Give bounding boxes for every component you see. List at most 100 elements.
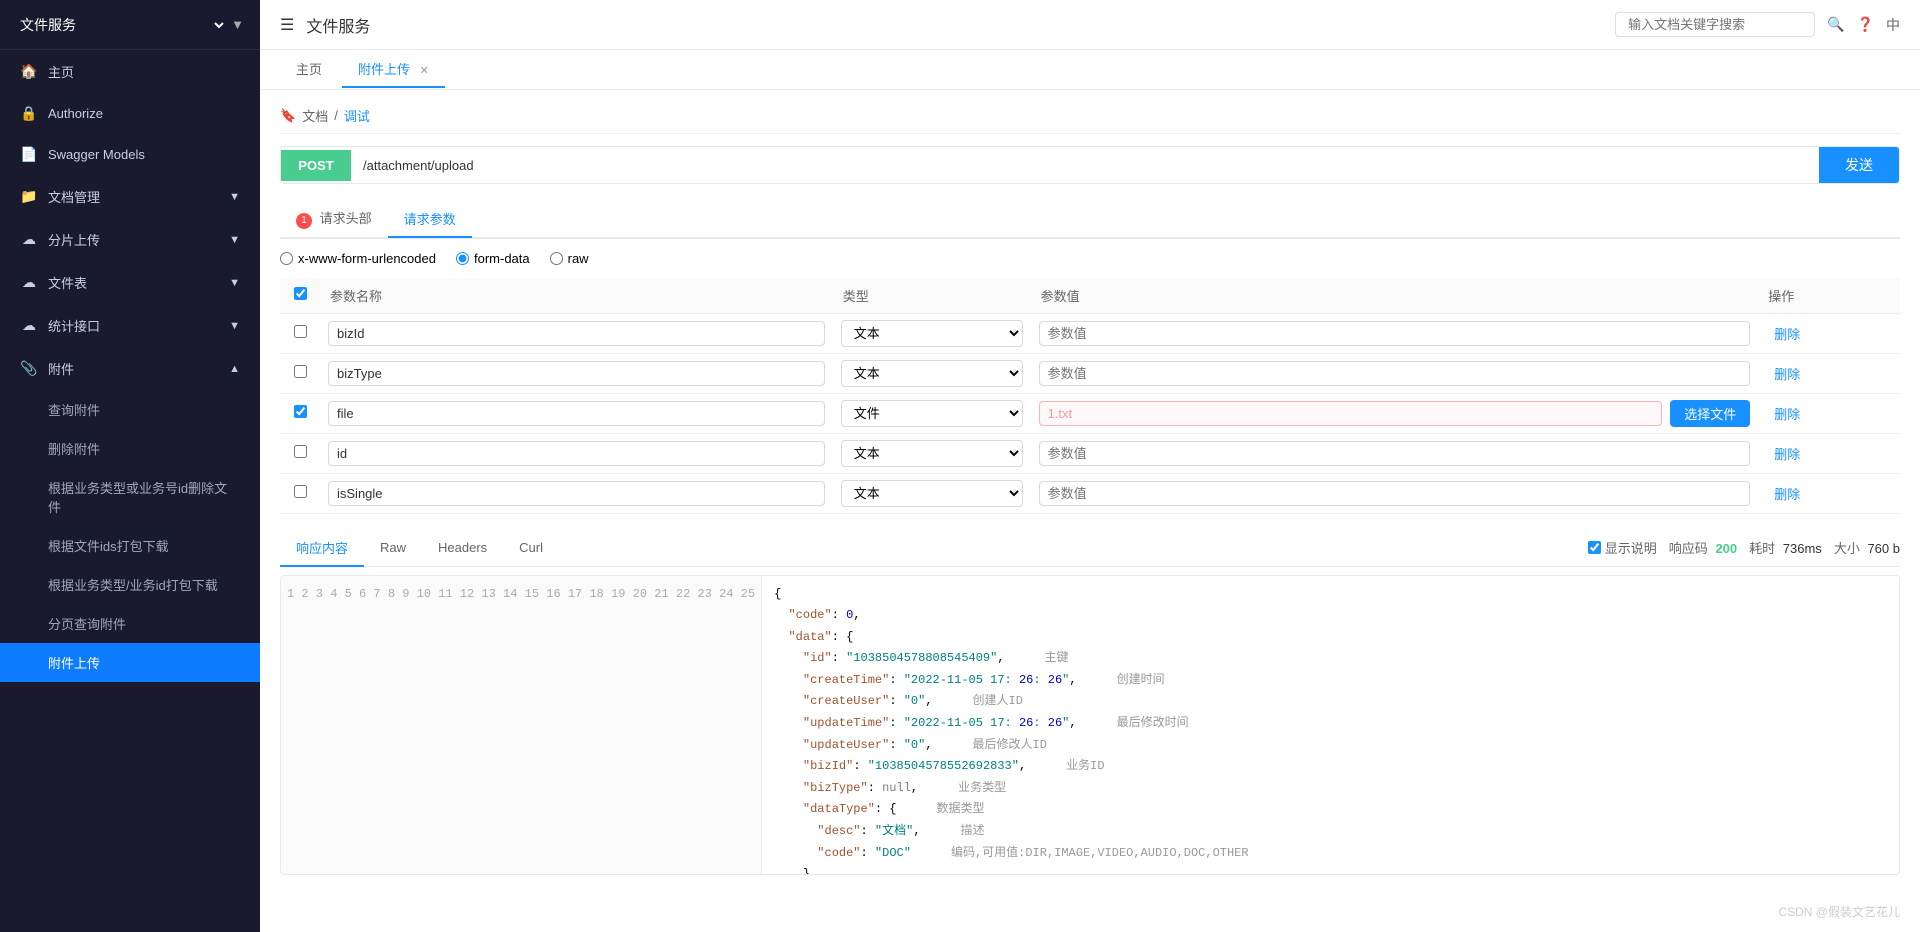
breadcrumb-page: 调试 bbox=[344, 106, 370, 125]
delete-button[interactable]: 删除 bbox=[1766, 480, 1808, 507]
req-tab-params[interactable]: 请求参数 bbox=[388, 201, 472, 238]
sidebar-sub-query-attachment[interactable]: 查询附件 bbox=[0, 390, 260, 429]
table-row: 文本文件 删除 bbox=[280, 473, 1900, 513]
service-dropdown[interactable]: 文件服务 bbox=[16, 16, 227, 34]
topbar-search-area: 🔍 ❓ 中 bbox=[1615, 12, 1900, 37]
delete-button[interactable]: 删除 bbox=[1766, 440, 1808, 467]
sidebar-item-stats[interactable]: ☁ 统计接口 ▼ bbox=[0, 304, 260, 347]
param-type-select[interactable]: 文本文件 bbox=[841, 440, 1023, 467]
col-value-header: 参数值 bbox=[1031, 278, 1759, 314]
param-type-select[interactable]: 文本文件 bbox=[841, 400, 1023, 427]
row-checkbox[interactable] bbox=[294, 445, 307, 458]
sidebar-sub-download-by-ids[interactable]: 根据文件ids打包下载 bbox=[0, 526, 260, 565]
method-badge: POST bbox=[281, 150, 351, 181]
tab-upload[interactable]: 附件上传 ✕ bbox=[342, 51, 445, 88]
breadcrumb-prefix: 文档 bbox=[302, 106, 328, 125]
sidebar-item-chunk-upload[interactable]: ☁ 分片上传 ▼ bbox=[0, 218, 260, 261]
choose-file-button[interactable]: 选择文件 bbox=[1670, 400, 1750, 427]
param-name-input[interactable] bbox=[328, 481, 825, 506]
col-action-header: 操作 bbox=[1758, 278, 1900, 314]
help-icon[interactable]: ❓ bbox=[1857, 16, 1874, 33]
param-name-input[interactable] bbox=[328, 401, 825, 426]
row-checkbox[interactable] bbox=[294, 365, 307, 378]
request-tabs: 1 请求头部 请求参数 bbox=[280, 200, 1900, 239]
sidebar: 文件服务 ▼ 🏠 主页 🔒 Authorize 📄 Swagger Models… bbox=[0, 0, 260, 932]
param-type-select[interactable]: 文本文件 bbox=[841, 480, 1023, 507]
sub-item-label: 分页查询附件 bbox=[48, 614, 126, 633]
sub-item-label: 根据业务类型或业务号id删除文件 bbox=[48, 478, 240, 516]
param-name-input[interactable] bbox=[328, 321, 825, 346]
sidebar-header[interactable]: 文件服务 ▼ bbox=[0, 0, 260, 50]
search-icon[interactable]: 🔍 bbox=[1827, 16, 1844, 33]
param-value-input[interactable] bbox=[1039, 441, 1751, 466]
params-table: 参数名称 类型 参数值 操作 文本文件 bbox=[280, 278, 1900, 514]
header-badge: 1 bbox=[296, 213, 312, 229]
sidebar-sub-page-query[interactable]: 分页查询附件 bbox=[0, 604, 260, 643]
language-button[interactable]: 中 bbox=[1886, 15, 1900, 35]
file-input-row: 选择文件 bbox=[1039, 400, 1751, 427]
size-label: 大小 760 b bbox=[1834, 538, 1900, 557]
row-checkbox[interactable] bbox=[294, 405, 307, 418]
sidebar-item-label: Authorize bbox=[48, 106, 103, 121]
delete-button[interactable]: 删除 bbox=[1766, 400, 1808, 427]
sidebar-sub-delete-attachment[interactable]: 删除附件 bbox=[0, 429, 260, 468]
resp-tab-content[interactable]: 响应内容 bbox=[280, 530, 364, 567]
expand-arrow-icon: ▼ bbox=[229, 277, 240, 289]
table-row: 文本文件 删除 bbox=[280, 313, 1900, 353]
col-name-header: 参数名称 bbox=[320, 278, 833, 314]
radio-urlencoded[interactable]: x-www-form-urlencoded bbox=[280, 251, 436, 266]
resp-tab-headers[interactable]: Headers bbox=[422, 532, 503, 565]
param-type-select[interactable]: 文本文件 bbox=[841, 320, 1023, 347]
sidebar-sub-download-by-biz[interactable]: 根据业务类型/业务id打包下载 bbox=[0, 565, 260, 604]
delete-button[interactable]: 删除 bbox=[1766, 360, 1808, 387]
response-tabs-header: 响应内容 Raw Headers Curl 显示说明 bbox=[280, 530, 1900, 567]
delete-button[interactable]: 删除 bbox=[1766, 320, 1808, 347]
folder-icon: 📁 bbox=[20, 188, 38, 205]
expand-arrow-icon: ▼ bbox=[229, 320, 240, 332]
param-value-input[interactable] bbox=[1039, 361, 1751, 386]
row-checkbox[interactable] bbox=[294, 325, 307, 338]
tab-home[interactable]: 主页 bbox=[280, 51, 338, 88]
expand-arrow-icon: ▼ bbox=[229, 234, 240, 246]
row-checkbox[interactable] bbox=[294, 485, 307, 498]
sidebar-sub-delete-by-biz[interactable]: 根据业务类型或业务号id删除文件 bbox=[0, 468, 260, 526]
cloud-icon: ☁ bbox=[20, 231, 38, 248]
sidebar-item-label: 附件 bbox=[48, 359, 74, 378]
sub-item-label: 根据文件ids打包下载 bbox=[48, 536, 169, 555]
sidebar-item-label: 分片上传 bbox=[48, 230, 100, 249]
response-section: 响应内容 Raw Headers Curl 显示说明 bbox=[280, 530, 1900, 875]
param-name-input[interactable] bbox=[328, 361, 825, 386]
param-name-input[interactable] bbox=[328, 441, 825, 466]
table-row: 文本文件 选择文件 删除 bbox=[280, 393, 1900, 433]
tab-close-icon[interactable]: ✕ bbox=[420, 65, 429, 77]
param-value-input[interactable] bbox=[1039, 481, 1751, 506]
param-value-input[interactable] bbox=[1039, 321, 1751, 346]
param-type-select[interactable]: 文本文件 bbox=[841, 360, 1023, 387]
sidebar-item-file-table[interactable]: ☁ 文件表 ▼ bbox=[0, 261, 260, 304]
sidebar-item-swagger-models[interactable]: 📄 Swagger Models bbox=[0, 134, 260, 175]
show-desc-toggle[interactable]: 显示说明 bbox=[1588, 538, 1657, 557]
sidebar-item-authorize[interactable]: 🔒 Authorize bbox=[0, 93, 260, 134]
response-code-area[interactable]: 1 2 3 4 5 6 7 8 9 10 11 12 13 14 15 16 1… bbox=[280, 575, 1900, 875]
menu-icon[interactable]: ☰ bbox=[280, 15, 294, 35]
radio-formdata[interactable]: form-data bbox=[456, 251, 530, 266]
select-all-checkbox[interactable] bbox=[294, 287, 307, 300]
response-meta: 显示说明 响应码 200 耗时 736ms 大小 760 b bbox=[1588, 538, 1900, 557]
sidebar-item-home[interactable]: 🏠 主页 bbox=[0, 50, 260, 93]
file-value-input[interactable] bbox=[1039, 401, 1663, 426]
status-value: 200 bbox=[1715, 541, 1737, 556]
endpoint-path: /attachment/upload bbox=[351, 150, 1819, 181]
page-title: 文件服务 bbox=[306, 13, 370, 37]
sidebar-item-attachment[interactable]: 📎 附件 ▲ bbox=[0, 347, 260, 390]
resp-tab-curl[interactable]: Curl bbox=[503, 532, 559, 565]
body-type-group: x-www-form-urlencoded form-data raw bbox=[280, 251, 1900, 266]
sidebar-item-doc-manage[interactable]: 📁 文档管理 ▼ bbox=[0, 175, 260, 218]
resp-tab-raw[interactable]: Raw bbox=[364, 532, 422, 565]
table-row: 文本文件 删除 bbox=[280, 433, 1900, 473]
send-button[interactable]: 发送 bbox=[1819, 147, 1899, 183]
radio-raw[interactable]: raw bbox=[550, 251, 589, 266]
sub-item-label: 附件上传 bbox=[48, 653, 100, 672]
search-input[interactable] bbox=[1615, 12, 1815, 37]
req-tab-headers[interactable]: 1 请求头部 bbox=[280, 200, 388, 239]
sidebar-sub-attachment-upload[interactable]: 附件上传 bbox=[0, 643, 260, 682]
